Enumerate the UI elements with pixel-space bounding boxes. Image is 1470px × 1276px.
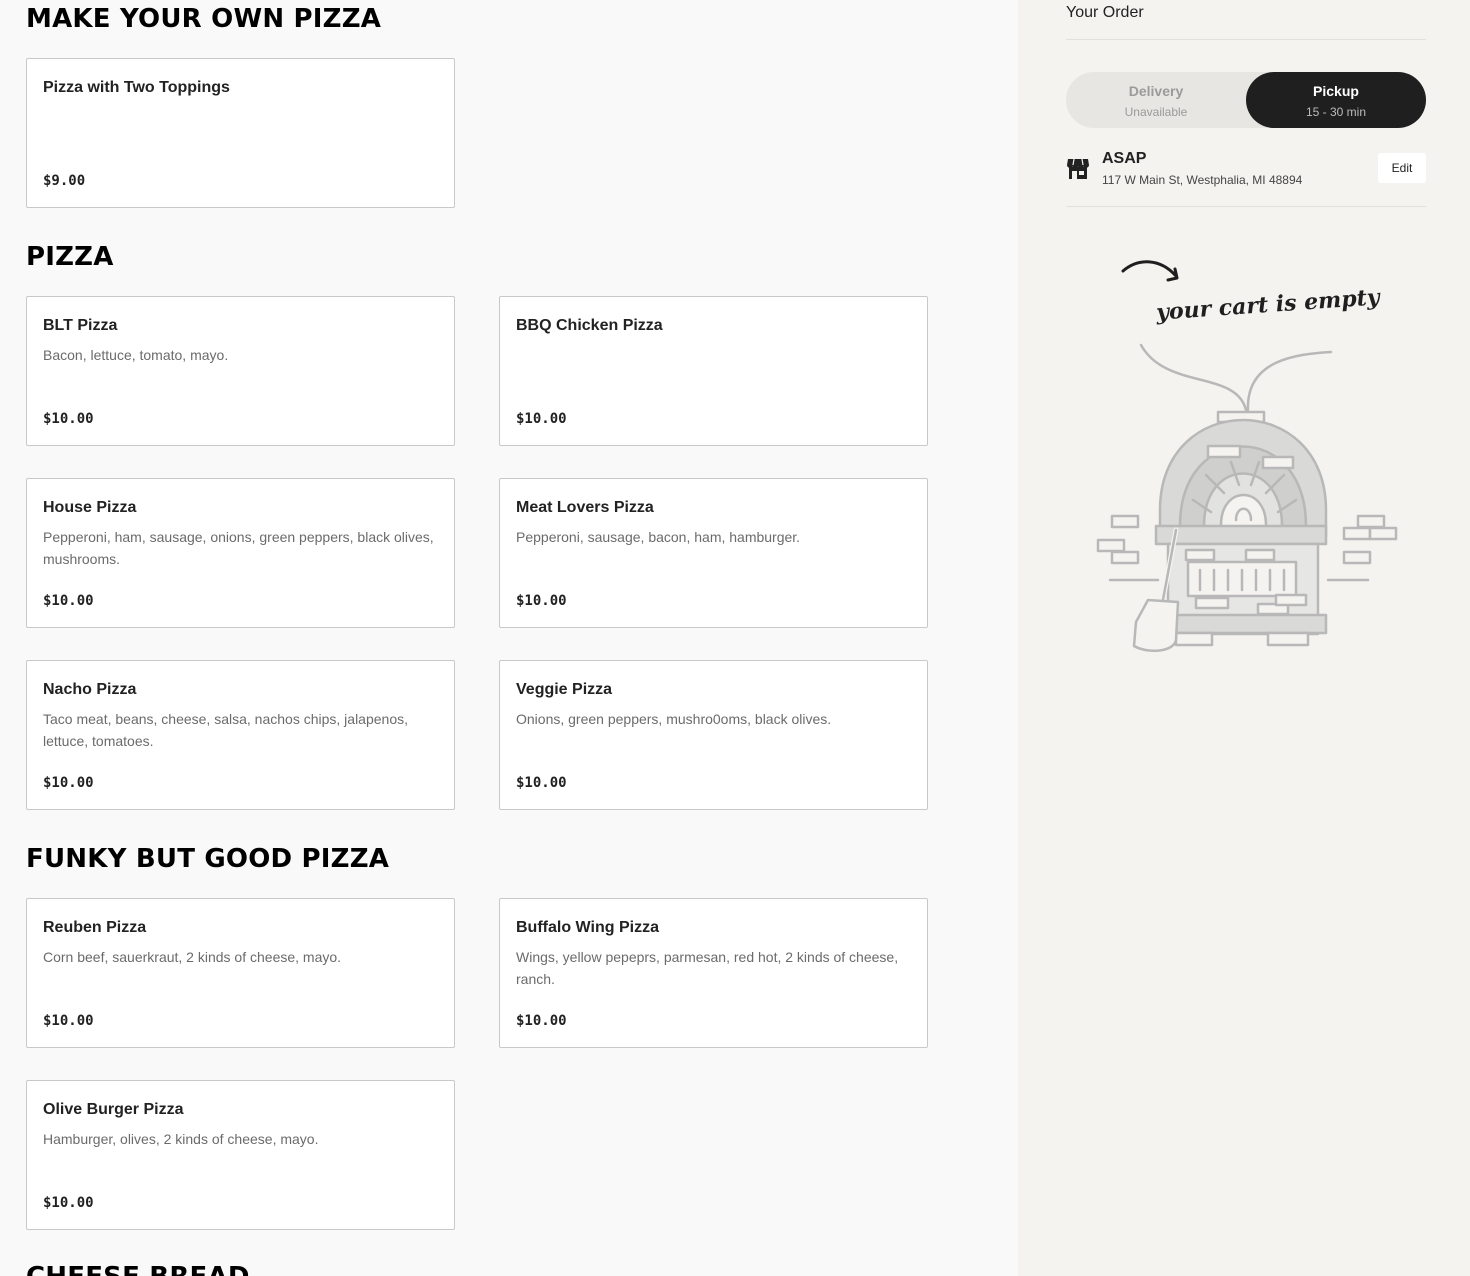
menu-item-name: Buffalo Wing Pizza (516, 919, 659, 936)
menu-item-name: BLT Pizza (43, 317, 118, 334)
menu-item-description: Corn beef, sauerkraut, 2 kinds of cheese… (43, 949, 342, 965)
menu-item-price: $9.00 (43, 173, 86, 189)
menu-item-description: Taco meat, beans, cheese, salsa, nachos … (43, 711, 408, 749)
menu-item-price: $10.00 (43, 593, 94, 609)
delivery-label: Delivery (1128, 83, 1184, 99)
menu-item-name: Reuben Pizza (43, 919, 147, 936)
menu-item-price: $10.00 (516, 775, 567, 791)
section-title-pizza: PIZZA (26, 242, 114, 272)
menu-item-name: Olive Burger Pizza (43, 1101, 184, 1118)
menu-item-card[interactable]: Olive Burger Pizza Hamburger, olives, 2 … (26, 1080, 455, 1230)
menu-item-price: $10.00 (516, 411, 567, 427)
menu-item-description: Wings, yellow pepeprs, parmesan, red hot… (516, 949, 899, 987)
section-title-cheese-bread: CHEESE BREAD (26, 1264, 250, 1276)
edit-button[interactable]: Edit (1378, 153, 1426, 183)
menu-item-card[interactable]: Meat Lovers Pizza Pepperoni, sausage, ba… (499, 478, 928, 628)
menu-item-price: $10.00 (43, 411, 94, 427)
pickup-time: 15 - 30 min (1305, 105, 1367, 119)
pickup-label: Pickup (1313, 83, 1359, 99)
fulfillment-toggle: Delivery Unavailable Pickup 15 - 30 min (1066, 72, 1426, 128)
menu-item-name: Pizza with Two Toppings (43, 79, 230, 96)
menu-item-description: Bacon, lettuce, tomato, mayo. (43, 347, 229, 363)
divider (1066, 206, 1426, 207)
menu-item-card[interactable]: Buffalo Wing Pizza Wings, yellow pepeprs… (499, 898, 928, 1048)
menu-item-price: $10.00 (516, 1013, 567, 1029)
pizza-oven-illustration (1096, 343, 1398, 653)
section-title-funky-but-good: FUNKY BUT GOOD PIZZA (26, 844, 390, 874)
delivery-option[interactable]: Delivery Unavailable (1066, 72, 1246, 128)
menu-item-card[interactable]: BBQ Chicken Pizza $10.00 (499, 296, 928, 446)
menu-item-name: Nacho Pizza (43, 681, 137, 698)
menu-item-card[interactable]: Veggie Pizza Onions, green peppers, mush… (499, 660, 928, 810)
menu-panel: MAKE YOUR OWN PIZZA Pizza with Two Toppi… (0, 0, 1018, 1276)
menu-item-description: Pepperoni, ham, sausage, onions, green p… (43, 529, 434, 567)
menu-item-card[interactable]: House Pizza Pepperoni, ham, sausage, oni… (26, 478, 455, 628)
store-icon (1067, 158, 1089, 179)
menu-item-name: Veggie Pizza (516, 681, 613, 698)
menu-item-price: $10.00 (43, 1195, 94, 1211)
menu-item-card[interactable]: Pizza with Two Toppings $9.00 (26, 58, 455, 208)
menu-item-card[interactable]: Nacho Pizza Taco meat, beans, cheese, sa… (26, 660, 455, 810)
menu-item-name: House Pizza (43, 499, 137, 516)
menu-item-name: Meat Lovers Pizza (516, 499, 654, 516)
pickup-option[interactable]: Pickup 15 - 30 min (1246, 72, 1426, 128)
divider (1066, 39, 1426, 40)
menu-item-description: Pepperoni, sausage, bacon, ham, hamburge… (516, 529, 801, 545)
section-title-make-your-own: MAKE YOUR OWN PIZZA (26, 4, 382, 34)
menu-item-price: $10.00 (43, 1013, 94, 1029)
delivery-status: Unavailable (1124, 105, 1188, 119)
store-address: 117 W Main St, Westphalia, MI 48894 (1102, 173, 1303, 187)
order-title: Your Order (1066, 4, 1144, 21)
menu-item-price: $10.00 (43, 775, 94, 791)
menu-item-price: $10.00 (516, 593, 567, 609)
pickup-time-label: ASAP (1102, 150, 1147, 167)
menu-item-description: Hamburger, olives, 2 kinds of cheese, ma… (43, 1131, 319, 1147)
order-sidebar: Your Order Delivery Unavailable Pickup 1… (1018, 0, 1470, 1276)
menu-item-description: Onions, green peppers, mushro0oms, black… (516, 711, 832, 727)
menu-item-name: BBQ Chicken Pizza (516, 317, 663, 334)
menu-item-card[interactable]: BLT Pizza Bacon, lettuce, tomato, mayo. … (26, 296, 455, 446)
menu-item-card[interactable]: Reuben Pizza Corn beef, sauerkraut, 2 ki… (26, 898, 455, 1048)
